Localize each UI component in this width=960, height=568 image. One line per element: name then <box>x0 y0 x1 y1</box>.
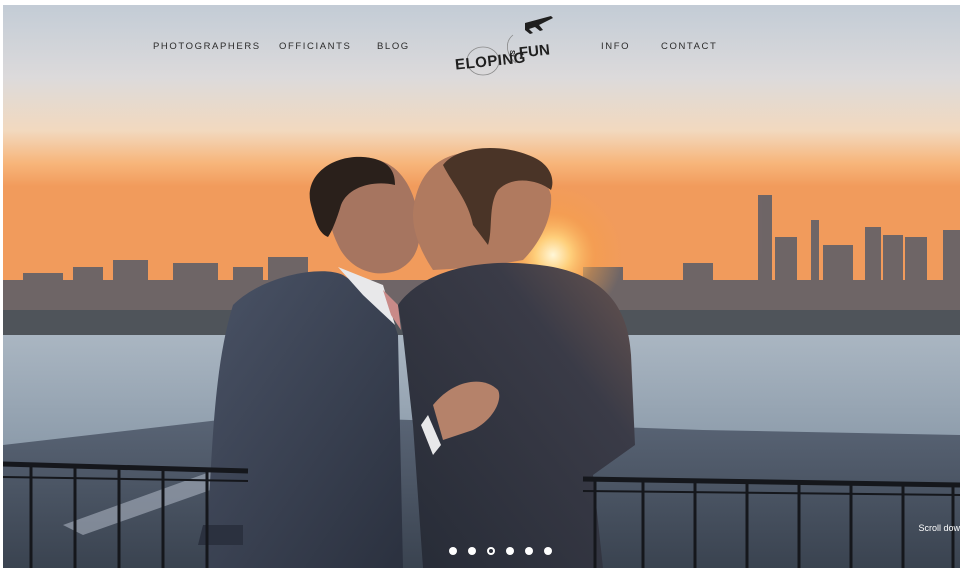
nav-link-info[interactable]: INFO <box>601 41 630 52</box>
slider-dot-1[interactable] <box>449 547 457 555</box>
airplane-icon <box>525 16 553 34</box>
nav-link-photographers[interactable]: PHOTOGRAPHERS <box>153 41 261 52</box>
nav-link-blog[interactable]: BLOG <box>377 41 410 52</box>
nav-link-officiants[interactable]: OFFICIANTS <box>279 41 351 52</box>
slider-dot-5[interactable] <box>525 547 533 555</box>
slider-dot-3[interactable] <box>487 547 495 555</box>
slider-dot-2[interactable] <box>468 547 476 555</box>
logo-word-is: IS <box>509 49 518 58</box>
nav-link-contact[interactable]: CONTACT <box>661 41 717 52</box>
slider-dot-6[interactable] <box>544 547 552 555</box>
site-logo[interactable]: ELOPING IS FUN <box>453 13 563 85</box>
logo-word-fun: FUN <box>518 41 551 62</box>
hero-section: PHOTOGRAPHERS OFFICIANTS BLOG INFO CONTA… <box>3 5 960 568</box>
hero-photo <box>3 5 960 568</box>
slider-dot-4[interactable] <box>506 547 514 555</box>
scroll-down-hint[interactable]: Scroll dow <box>918 523 960 533</box>
slider-pagination <box>449 547 552 555</box>
